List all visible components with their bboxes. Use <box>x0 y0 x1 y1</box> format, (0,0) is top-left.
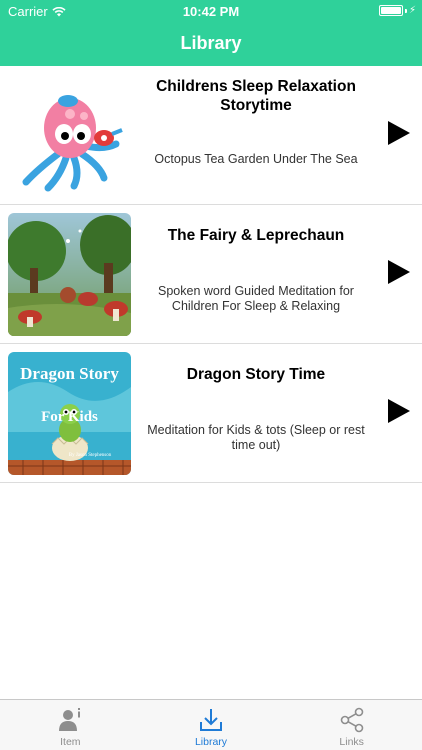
tab-label: Library <box>194 736 228 748</box>
status-bar: Carrier 10:42 PM ⚡ <box>0 0 422 22</box>
list-item[interactable]: The Fairy & Leprechaun Spoken word Guide… <box>0 205 422 344</box>
cover-title-line2: For Kids <box>41 409 98 425</box>
tab-label: Links <box>339 736 364 748</box>
tab-item[interactable]: Item <box>0 700 141 750</box>
battery-icon: ⚡ <box>378 4 416 16</box>
tab-label: Item <box>60 736 81 748</box>
tab-bar: Item Library Links <box>0 699 422 750</box>
octopus-image <box>8 74 131 197</box>
play-icon[interactable] <box>388 399 410 423</box>
play-icon[interactable] <box>388 260 410 284</box>
tab-library[interactable]: Library <box>141 700 282 750</box>
page-title: Library <box>180 33 242 53</box>
item-subtitle: Spoken word Guided Meditation for Childr… <box>158 284 354 313</box>
cover-title-line1: Dragon Story <box>20 364 119 383</box>
tab-links[interactable]: Links <box>281 700 422 750</box>
play-icon[interactable] <box>388 121 410 145</box>
item-subtitle: Meditation for Kids & tots (Sleep or res… <box>147 423 365 452</box>
person-info-icon <box>59 708 81 731</box>
share-icon <box>340 707 363 733</box>
nav-header: Carrier 10:42 PM ⚡ Library <box>0 0 422 66</box>
item-title: Dragon Story Time <box>186 366 326 383</box>
fairy-forest-image <box>8 213 131 336</box>
status-time: 10:42 PM <box>182 4 240 19</box>
dragon-cover-image: Dragon Story For Kids By Jason Stephenso… <box>8 352 131 475</box>
download-tray-icon <box>200 709 222 731</box>
item-subtitle: Octopus Tea Garden Under The Sea <box>154 152 358 166</box>
charging-icon: ⚡ <box>408 4 416 16</box>
item-title: The Fairy & Leprechaun <box>167 227 345 244</box>
list-item[interactable]: Childrens Sleep Relaxation Storytime Oct… <box>0 66 422 205</box>
item-title: Childrens Sleep Relaxation Storytime <box>156 78 356 114</box>
library-list: Childrens Sleep Relaxation Storytime Oct… <box>0 66 422 483</box>
list-item[interactable]: Dragon Story For Kids By Jason Stephenso… <box>0 344 422 483</box>
cover-author: By Jason Stephenson <box>69 453 112 458</box>
